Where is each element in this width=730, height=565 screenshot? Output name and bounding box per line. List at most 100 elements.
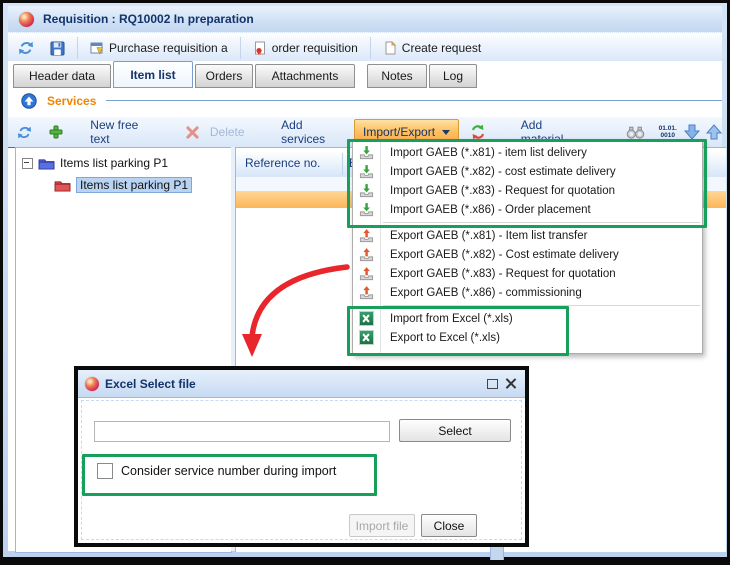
import-icon [359, 183, 374, 198]
menu-item-label: Import GAEB (*.x86) - Order placement [390, 204, 591, 216]
menu-item-export-gaeb-x82[interactable]: Export GAEB (*.x82) - Cost estimate deli… [353, 245, 702, 264]
dialog-title: Excel Select file [105, 377, 196, 391]
search-button[interactable] [626, 126, 645, 139]
tab-orders[interactable]: Orders [195, 64, 253, 88]
delete-button[interactable]: Delete [186, 125, 251, 139]
menu-item-label: Export GAEB (*.x81) - Item list transfer [390, 230, 587, 242]
dialog-maximize-button[interactable] [483, 376, 501, 392]
import-file-button[interactable]: Import file [349, 514, 415, 537]
date-display: 01.01. 0010 [659, 125, 677, 139]
services-section-title: Services [47, 94, 96, 108]
menu-item-label: Import from Excel (*.xls) [390, 313, 513, 325]
dialog-close-button[interactable] [501, 376, 519, 392]
close-button-label: Close [434, 519, 465, 533]
column-separator[interactable] [342, 153, 343, 175]
menu-item-import-gaeb-x82[interactable]: Import GAEB (*.x82) - cost estimate deli… [353, 162, 702, 181]
refresh-icon [18, 40, 34, 56]
binoculars-icon [626, 126, 645, 139]
screenshot-root: Requisition : RQ10002 In preparation [0, 0, 730, 565]
menu-item-export-gaeb-x86[interactable]: Export GAEB (*.x86) - commissioning [353, 283, 702, 302]
menu-item-label: Export to Excel (*.xls) [390, 332, 500, 344]
add-item-button[interactable] [49, 125, 63, 139]
tree-node-root[interactable]: Items list parking P1 [22, 156, 231, 170]
menu-item-import-gaeb-x83[interactable]: Import GAEB (*.x83) - Request for quotat… [353, 181, 702, 200]
menu-item-export-to-excel[interactable]: Export to Excel (*.xls) [353, 328, 702, 347]
purchase-requisition-button[interactable]: Purchase requisition a [82, 38, 236, 58]
import-file-button-label: Import file [356, 519, 409, 533]
order-requisition-button[interactable]: order requisition [245, 38, 366, 58]
order-requisition-icon [253, 41, 267, 55]
services-collapse-button[interactable] [21, 93, 37, 114]
import-export-menu: Import GAEB (*.x81) - item list delivery… [352, 139, 703, 354]
order-requisition-label: order requisition [272, 41, 358, 55]
menu-item-label: Export GAEB (*.x82) - Cost estimate deli… [390, 249, 619, 261]
add-services-button[interactable]: Add services [275, 118, 352, 146]
consider-service-number-checkbox[interactable] [97, 463, 113, 479]
export-icon [359, 228, 374, 243]
app-logo-icon [19, 12, 34, 27]
refresh-icon [17, 125, 32, 140]
menu-item-import-gaeb-x86[interactable]: Import GAEB (*.x86) - Order placement [353, 200, 702, 219]
date-line1: 01.01. [659, 125, 677, 132]
date-line2: 0010 [660, 132, 674, 139]
export-icon [359, 266, 374, 281]
main-toolbar: Purchase requisition a order requisition [8, 32, 722, 64]
close-button[interactable]: Close [421, 514, 477, 537]
tab-label: Header data [29, 69, 95, 83]
scrollbar-fragment[interactable] [490, 547, 504, 560]
import-icon [359, 145, 374, 160]
tree-node-child[interactable]: Items list parking P1 [54, 177, 231, 193]
checkbox-label: Consider service number during import [121, 464, 336, 478]
purchase-requisition-icon [90, 41, 104, 55]
window-title: Requisition : RQ10002 In preparation [43, 12, 254, 26]
tree-child-label: Items list parking P1 [76, 177, 192, 193]
menu-separator [383, 222, 700, 223]
tab-notes[interactable]: Notes [367, 64, 427, 88]
refresh-items-button[interactable] [17, 125, 32, 140]
window-titlebar: Requisition : RQ10002 In preparation [8, 6, 722, 33]
new-free-text-button[interactable]: New free text [84, 118, 163, 146]
create-request-button[interactable]: Create request [375, 38, 489, 58]
move-down-button[interactable] [684, 124, 700, 140]
move-up-button[interactable] [706, 124, 722, 140]
toolbar-separator [370, 37, 371, 59]
menu-item-export-gaeb-x81[interactable]: Export GAEB (*.x81) - Item list transfer [353, 226, 702, 245]
toolbar-separator [240, 37, 241, 59]
tab-label: Log [443, 69, 463, 83]
menu-item-import-from-excel[interactable]: Import from Excel (*.xls) [353, 309, 702, 328]
excel-icon [359, 311, 374, 326]
sync-icon [470, 124, 486, 140]
menu-separator [383, 305, 700, 306]
tab-log[interactable]: Log [429, 64, 477, 88]
app-logo-icon [85, 377, 99, 391]
menu-icon-column-divider [380, 140, 381, 353]
create-request-icon [383, 41, 397, 55]
file-path-input[interactable] [94, 421, 390, 442]
arrow-up-icon [706, 124, 722, 140]
import-icon [359, 202, 374, 217]
column-header-reference-no[interactable]: Reference no. [245, 156, 320, 170]
refresh-button[interactable] [8, 37, 42, 59]
arrow-down-icon [684, 124, 700, 140]
tab-item-list[interactable]: Item list [113, 61, 193, 88]
folder-red-icon [54, 179, 71, 192]
maximize-icon [487, 379, 498, 389]
tab-label: Item list [130, 68, 175, 82]
select-file-button[interactable]: Select [399, 419, 511, 442]
excel-select-file-dialog: Excel Select file Select Consider servic… [74, 366, 529, 547]
plus-icon [49, 125, 63, 139]
save-button[interactable] [42, 38, 73, 59]
menu-item-label: Import GAEB (*.x81) - item list delivery [390, 147, 587, 159]
menu-item-export-gaeb-x83[interactable]: Export GAEB (*.x83) - Request for quotat… [353, 264, 702, 283]
sync-button[interactable] [470, 124, 486, 140]
menu-item-import-gaeb-x81[interactable]: Import GAEB (*.x81) - item list delivery [353, 143, 702, 162]
tree-collapse-icon[interactable] [22, 158, 33, 169]
tab-header-data[interactable]: Header data [13, 64, 111, 88]
menu-item-label: Import GAEB (*.x83) - Request for quotat… [390, 185, 615, 197]
menu-item-label: Export GAEB (*.x83) - Request for quotat… [390, 268, 616, 280]
delete-x-icon [186, 126, 199, 139]
tab-attachments[interactable]: Attachments [255, 64, 355, 88]
consider-service-number-option[interactable]: Consider service number during import [97, 463, 336, 479]
tab-label: Attachments [272, 69, 339, 83]
close-icon [505, 378, 516, 389]
